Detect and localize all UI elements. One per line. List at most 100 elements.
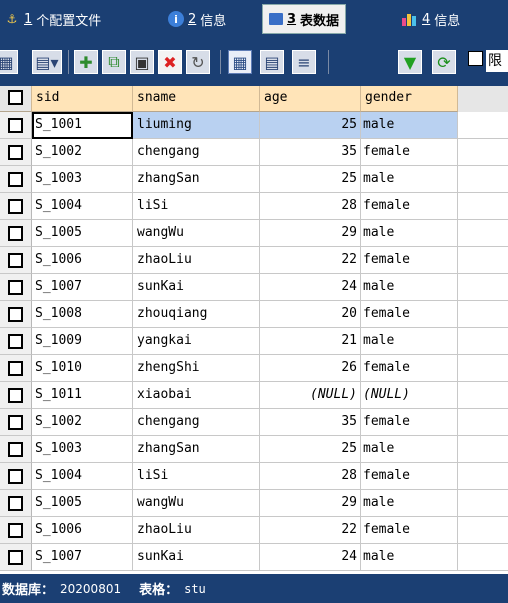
- cell-age[interactable]: 25: [260, 166, 361, 193]
- cell-sname[interactable]: chengang: [133, 409, 260, 436]
- cell-age[interactable]: 28: [260, 463, 361, 490]
- row-checkbox[interactable]: [0, 274, 32, 301]
- cell-sname[interactable]: zhouqiang: [133, 301, 260, 328]
- table-row[interactable]: S_1004 liSi 28 female: [0, 193, 508, 220]
- column-header-sname[interactable]: sname: [133, 86, 260, 112]
- export-dropdown-icon[interactable]: ▤▾: [32, 50, 62, 74]
- column-header-gender[interactable]: gender: [361, 86, 458, 112]
- select-all-checkbox[interactable]: [0, 86, 32, 112]
- cell-gender[interactable]: male: [361, 112, 458, 139]
- table-row[interactable]: S_1010 zhengShi 26 female: [0, 355, 508, 382]
- cell-sname[interactable]: sunKai: [133, 274, 260, 301]
- cell-gender[interactable]: (NULL): [361, 382, 458, 409]
- cell-age[interactable]: 24: [260, 544, 361, 571]
- row-checkbox[interactable]: [0, 436, 32, 463]
- table-row[interactable]: S_1002 chengang 35 female: [0, 409, 508, 436]
- table-row[interactable]: S_1009 yangkai 21 male: [0, 328, 508, 355]
- cell-gender[interactable]: female: [361, 517, 458, 544]
- table-row[interactable]: S_1005 wangWu 29 male: [0, 220, 508, 247]
- refresh-rows-icon[interactable]: ↻: [186, 50, 210, 74]
- cell-age[interactable]: 22: [260, 247, 361, 274]
- row-checkbox[interactable]: [0, 166, 32, 193]
- cell-age[interactable]: 28: [260, 193, 361, 220]
- cell-age[interactable]: 25: [260, 436, 361, 463]
- limit-checkbox[interactable]: [468, 51, 483, 66]
- cell-gender[interactable]: male: [361, 436, 458, 463]
- cell-gender[interactable]: female: [361, 409, 458, 436]
- cell-gender[interactable]: female: [361, 139, 458, 166]
- text-view-icon[interactable]: ≡: [292, 50, 316, 74]
- row-checkbox[interactable]: [0, 193, 32, 220]
- cell-sid[interactable]: S_1007: [32, 544, 133, 571]
- cell-gender[interactable]: female: [361, 247, 458, 274]
- row-checkbox[interactable]: [0, 382, 32, 409]
- cell-age[interactable]: 29: [260, 490, 361, 517]
- table-row[interactable]: S_1003 zhangSan 25 male: [0, 166, 508, 193]
- row-checkbox[interactable]: [0, 544, 32, 571]
- cell-age[interactable]: 35: [260, 139, 361, 166]
- cell-sid[interactable]: S_1005: [32, 220, 133, 247]
- column-header-age[interactable]: age: [260, 86, 361, 112]
- cell-age[interactable]: 20: [260, 301, 361, 328]
- tab-profiles[interactable]: ⚓ 1 个配置文件: [4, 7, 102, 31]
- filter-icon[interactable]: ▼: [398, 50, 422, 74]
- cell-sid[interactable]: S_1002: [32, 139, 133, 166]
- column-header-sid[interactable]: sid: [32, 86, 133, 112]
- cell-gender[interactable]: female: [361, 193, 458, 220]
- grid-view-icon[interactable]: ▦: [228, 50, 252, 74]
- cell-age[interactable]: (NULL): [260, 382, 361, 409]
- cell-age[interactable]: 29: [260, 220, 361, 247]
- table-row[interactable]: S_1006 zhaoLiu 22 female: [0, 247, 508, 274]
- cell-sid[interactable]: S_1001: [32, 112, 133, 139]
- row-checkbox[interactable]: [0, 490, 32, 517]
- table-row[interactable]: S_1002 chengang 35 female: [0, 139, 508, 166]
- table-row[interactable]: S_1011 xiaobai (NULL) (NULL): [0, 382, 508, 409]
- cell-sname[interactable]: sunKai: [133, 544, 260, 571]
- row-checkbox[interactable]: [0, 220, 32, 247]
- cell-gender[interactable]: male: [361, 274, 458, 301]
- form-view-icon[interactable]: ▤: [260, 50, 284, 74]
- cell-age[interactable]: 21: [260, 328, 361, 355]
- cell-sid[interactable]: S_1008: [32, 301, 133, 328]
- row-checkbox[interactable]: [0, 139, 32, 166]
- cell-sid[interactable]: S_1010: [32, 355, 133, 382]
- cell-age[interactable]: 22: [260, 517, 361, 544]
- row-checkbox[interactable]: [0, 112, 32, 139]
- duplicate-row-icon[interactable]: ⧉: [102, 50, 126, 74]
- cell-gender[interactable]: male: [361, 328, 458, 355]
- tab-info[interactable]: i 2 信息: [168, 7, 226, 31]
- cell-sid[interactable]: S_1002: [32, 409, 133, 436]
- row-checkbox[interactable]: [0, 409, 32, 436]
- add-row-icon[interactable]: ✚: [74, 50, 98, 74]
- cell-sname[interactable]: zhaoLiu: [133, 517, 260, 544]
- table-row[interactable]: S_1001 liuming 25 male: [0, 112, 508, 139]
- cell-sid[interactable]: S_1004: [32, 463, 133, 490]
- cell-sid[interactable]: S_1006: [32, 247, 133, 274]
- refresh-icon[interactable]: ⟳: [432, 50, 456, 74]
- cell-gender[interactable]: male: [361, 166, 458, 193]
- row-checkbox[interactable]: [0, 355, 32, 382]
- grid-add-icon[interactable]: ▦: [0, 50, 18, 74]
- cell-age[interactable]: 26: [260, 355, 361, 382]
- cell-sid[interactable]: S_1004: [32, 193, 133, 220]
- tab-table-data[interactable]: 3 表数据: [262, 4, 347, 34]
- cell-sname[interactable]: wangWu: [133, 490, 260, 517]
- cell-age[interactable]: 24: [260, 274, 361, 301]
- cell-sname[interactable]: xiaobai: [133, 382, 260, 409]
- cell-gender[interactable]: male: [361, 220, 458, 247]
- table-row[interactable]: S_1006 zhaoLiu 22 female: [0, 517, 508, 544]
- cell-sname[interactable]: yangkai: [133, 328, 260, 355]
- cell-sname[interactable]: zhaoLiu: [133, 247, 260, 274]
- cell-sname[interactable]: zhangSan: [133, 166, 260, 193]
- cell-gender[interactable]: female: [361, 463, 458, 490]
- cell-sid[interactable]: S_1009: [32, 328, 133, 355]
- cell-gender[interactable]: female: [361, 355, 458, 382]
- row-checkbox[interactable]: [0, 463, 32, 490]
- cell-sid[interactable]: S_1006: [32, 517, 133, 544]
- table-row[interactable]: S_1008 zhouqiang 20 female: [0, 301, 508, 328]
- cell-sname[interactable]: liSi: [133, 193, 260, 220]
- row-checkbox[interactable]: [0, 247, 32, 274]
- table-row[interactable]: S_1007 sunKai 24 male: [0, 274, 508, 301]
- cell-sname[interactable]: chengang: [133, 139, 260, 166]
- delete-icon[interactable]: ✖: [158, 50, 182, 74]
